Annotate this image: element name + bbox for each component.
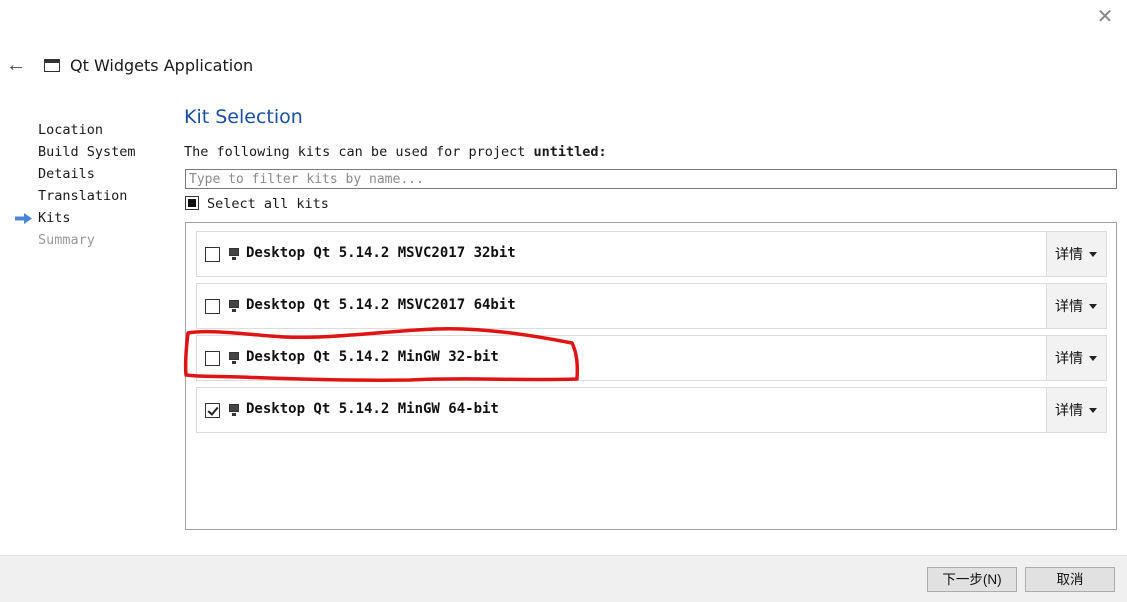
step-label: Location — [38, 122, 104, 138]
chevron-down-icon — [1089, 408, 1097, 413]
chevron-down-icon — [1089, 304, 1097, 309]
kit-checkbox[interactable] — [205, 403, 220, 418]
step-kits: Kits — [14, 207, 136, 229]
desktop-monitor-icon — [229, 404, 239, 416]
step-summary: Summary — [14, 229, 136, 251]
step-label: Summary — [38, 232, 95, 248]
select-all-label: Select all kits — [207, 196, 329, 212]
wizard-footer: 下一步(N) 取消 — [0, 555, 1127, 602]
step-details: Details — [14, 163, 136, 185]
desktop-monitor-icon — [229, 352, 239, 364]
current-step-arrow-icon — [15, 213, 32, 224]
page-title: Kit Selection — [184, 106, 303, 128]
kit-details-button[interactable]: 详情 — [1046, 232, 1106, 276]
step-label: Build System — [38, 144, 136, 160]
back-arrow-icon[interactable]: ← — [6, 54, 28, 76]
details-label: 详情 — [1055, 298, 1083, 314]
kit-checkbox[interactable] — [205, 247, 220, 262]
wizard-title: Qt Widgets Application — [70, 56, 254, 75]
desktop-monitor-icon — [229, 248, 239, 260]
kit-name: Desktop Qt 5.14.2 MinGW 64-bit — [246, 401, 499, 417]
step-translation: Translation — [14, 185, 136, 207]
kits-list: Desktop Qt 5.14.2 MSVC2017 32bit 详情 Desk… — [185, 222, 1117, 530]
kit-row: Desktop Qt 5.14.2 MSVC2017 32bit 详情 — [196, 231, 1107, 277]
description-colon: : — [598, 144, 607, 160]
kits-description: The following kits can be used for proje… — [184, 144, 607, 160]
kit-row: Desktop Qt 5.14.2 MinGW 32-bit 详情 — [196, 335, 1107, 381]
next-button[interactable]: 下一步(N) — [927, 567, 1017, 592]
chevron-down-icon — [1089, 356, 1097, 361]
tristate-checkbox-icon[interactable] — [185, 196, 199, 210]
step-label: Translation — [38, 188, 128, 204]
desktop-monitor-icon — [229, 300, 239, 312]
chevron-down-icon — [1089, 252, 1097, 257]
kit-details-button[interactable]: 详情 — [1046, 284, 1106, 328]
close-icon[interactable]: ✕ — [1094, 6, 1116, 28]
kit-details-button[interactable]: 详情 — [1046, 388, 1106, 432]
details-label: 详情 — [1055, 246, 1083, 262]
details-label: 详情 — [1055, 402, 1083, 418]
kit-checkbox[interactable] — [205, 351, 220, 366]
wizard-steps: Location Build System Details Translatio… — [14, 119, 136, 251]
application-window-icon — [44, 59, 60, 72]
kit-row: Desktop Qt 5.14.2 MSVC2017 64bit 详情 — [196, 283, 1107, 329]
kit-filter-input[interactable] — [185, 169, 1117, 189]
kit-details-button[interactable]: 详情 — [1046, 336, 1106, 380]
project-name: untitled — [533, 144, 599, 160]
description-text: The following kits can be used for proje… — [184, 144, 534, 160]
cancel-button[interactable]: 取消 — [1025, 567, 1115, 592]
details-label: 详情 — [1055, 350, 1083, 366]
kit-name: Desktop Qt 5.14.2 MinGW 32-bit — [246, 349, 499, 365]
kit-name: Desktop Qt 5.14.2 MSVC2017 64bit — [246, 297, 516, 313]
step-location: Location — [14, 119, 136, 141]
step-label: Details — [38, 166, 95, 182]
kit-row: Desktop Qt 5.14.2 MinGW 64-bit 详情 — [196, 387, 1107, 433]
step-build-system: Build System — [14, 141, 136, 163]
kit-name: Desktop Qt 5.14.2 MSVC2017 32bit — [246, 245, 516, 261]
step-label: Kits — [38, 210, 71, 226]
kit-checkbox[interactable] — [205, 299, 220, 314]
